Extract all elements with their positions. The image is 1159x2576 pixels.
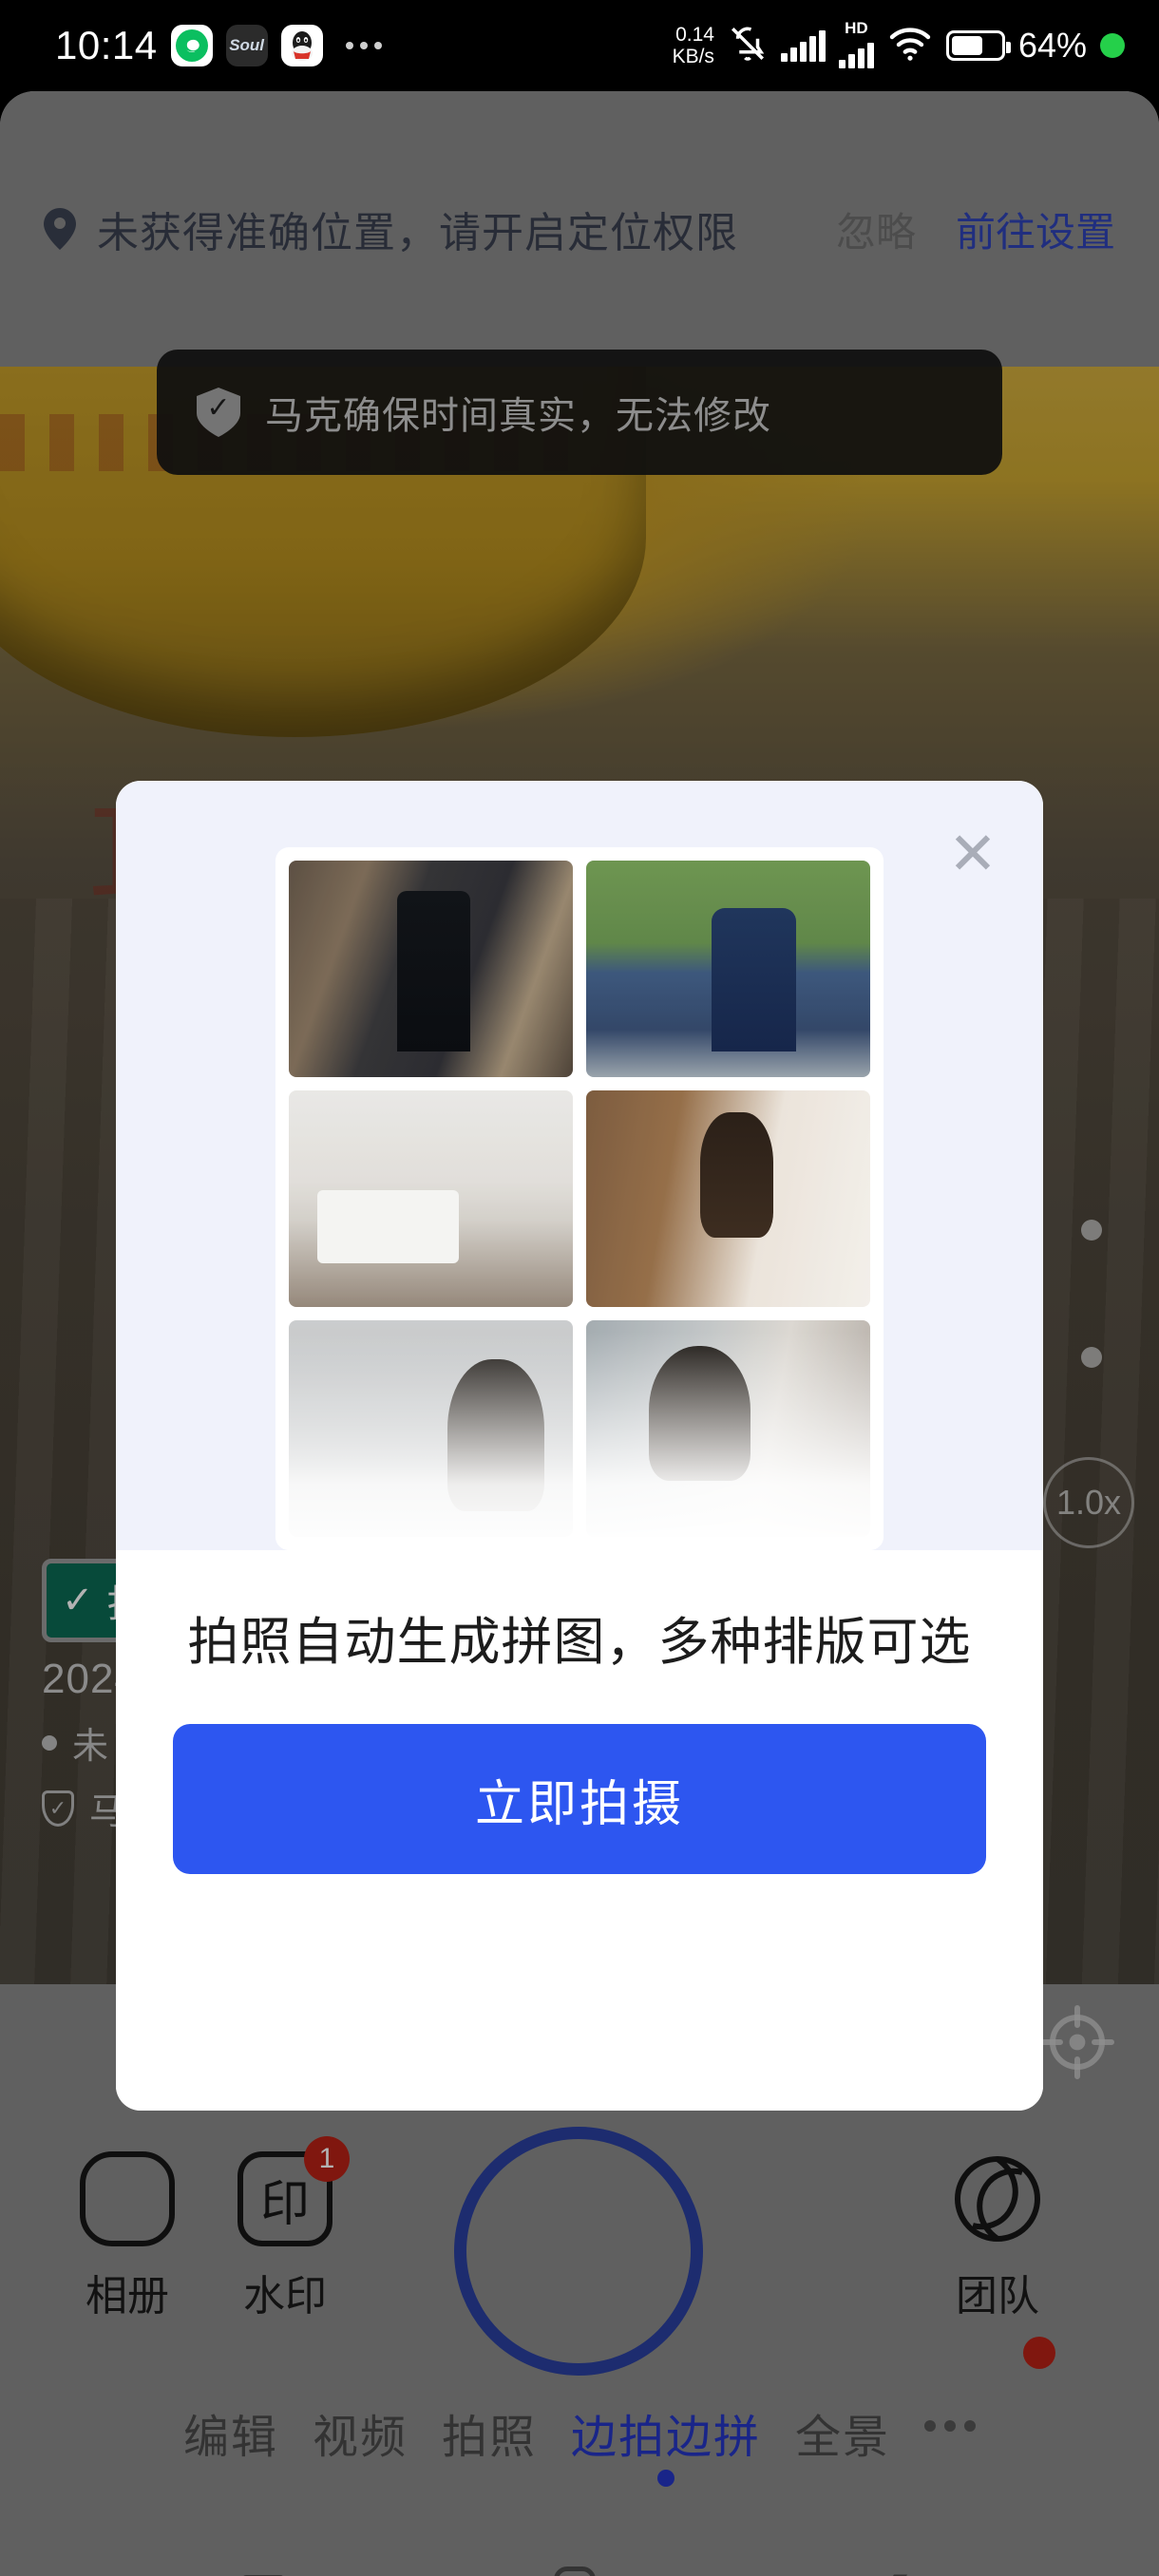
battery-percent-label: 64% [1017, 26, 1087, 65]
collage-preview-card [276, 847, 884, 1550]
photo-appliance-repair [289, 1090, 573, 1307]
photo-guard-saluting [586, 861, 870, 1077]
photo-cleaner-bathroom [586, 1320, 870, 1537]
photo-housekeeping-cleaning [586, 1090, 870, 1307]
signal-bars-icon [780, 29, 826, 62]
recording-indicator-dot [1100, 33, 1125, 58]
modal-footer: 拍照自动生成拼图，多种排版可选 立即拍摄 [116, 1550, 1043, 2111]
modal-caption: 拍照自动生成拼图，多种排版可选 [187, 1614, 972, 1671]
bell-slash-icon [728, 24, 768, 68]
hd-label: HD [845, 19, 868, 37]
network-speed-value: 0.14 [675, 24, 714, 46]
collage-promo-modal: ✕ 拍照自动生成拼图，多种排版可选 立即拍摄 [116, 781, 1043, 2111]
phone-screen: 10:14 Soul 0.14 KB/s HD 64% 1.0x ✓ 2024/… [0, 0, 1159, 2576]
take-photo-now-button[interactable]: 立即拍摄 [173, 1724, 986, 1874]
status-overflow-dots [345, 42, 382, 49]
qq-icon [280, 25, 323, 66]
photo-technician-panel [289, 1320, 573, 1537]
photo-grid [289, 861, 870, 1537]
status-clock: 10:14 [55, 23, 158, 67]
soul-icon: Soul [225, 25, 268, 66]
status-bar-right: 0.14 KB/s HD 64% [673, 19, 1159, 68]
modal-preview-area: ✕ [116, 781, 1043, 1550]
close-icon[interactable]: ✕ [940, 823, 1005, 887]
battery-icon [945, 30, 1011, 61]
status-bar: 10:14 Soul 0.14 KB/s HD 64% [0, 0, 1159, 91]
hd-signal-icon: HD [838, 19, 874, 68]
camera-app-surface: 耳 1.0x ✓ 打卡 2024/ 未 [0, 91, 1159, 2576]
wechat-icon [170, 25, 213, 66]
network-speed-indicator: 0.14 KB/s [673, 24, 714, 67]
network-speed-unit: KB/s [672, 46, 714, 67]
status-bar-left: 10:14 Soul [0, 23, 382, 68]
wifi-icon [887, 25, 933, 67]
photo-security-guard-door [289, 861, 573, 1077]
